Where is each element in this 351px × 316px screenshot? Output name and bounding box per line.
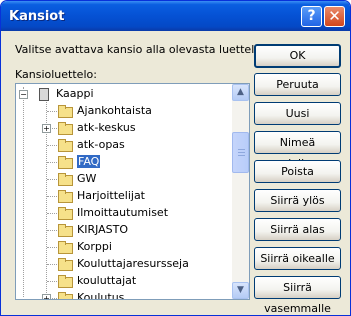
tree-item-label: Kouluttajaresursseja	[77, 257, 189, 270]
folder-icon	[58, 292, 73, 299]
folder-icon	[58, 190, 73, 203]
folder-icon	[58, 156, 73, 169]
tree-item-label: Korppi	[77, 240, 112, 253]
close-button[interactable]: ✕	[324, 6, 345, 27]
grip-line	[238, 155, 245, 156]
vertical-scrollbar[interactable]: ▲ ▼	[232, 84, 249, 299]
folder-tree[interactable]: − Kaappi Ajankohtaista + atk-keskus atk-opas F…	[15, 83, 250, 300]
folder-icon	[58, 258, 73, 271]
tree-item[interactable]: + Koulutus	[16, 290, 231, 300]
tree-root-item[interactable]: − Kaappi	[16, 86, 231, 103]
move-right-button[interactable]: Siirrä oikealle	[254, 247, 341, 270]
grip-line	[238, 152, 245, 153]
tree-item[interactable]: Ilmoittautumiset	[16, 205, 231, 222]
new-button[interactable]: Uusi	[254, 102, 341, 125]
cabinet-icon	[39, 88, 49, 101]
tree-item-label: atk-keskus	[77, 121, 136, 134]
tree-item-label: atk-opas	[77, 138, 125, 151]
expand-icon[interactable]: +	[42, 124, 51, 133]
move-down-button[interactable]: Siirrä alas	[254, 218, 341, 241]
tree-item-label: Koulutus	[77, 291, 125, 300]
tree-item-label: Kaappi	[56, 87, 94, 100]
folder-icon	[58, 105, 73, 118]
move-left-button[interactable]: Siirrä vasemmalle	[254, 276, 341, 315]
title-bar: Kansiot ? ✕	[1, 1, 350, 31]
close-icon: ✕	[328, 7, 341, 25]
tree-item-label: Ilmoittautumiset	[77, 206, 169, 219]
tree-item[interactable]: Ajankohtaista	[16, 103, 231, 120]
scroll-down-button[interactable]: ▼	[232, 282, 249, 299]
tree-item-label: GW	[77, 172, 97, 185]
tree-item-label: KIRJASTO	[77, 223, 129, 236]
folder-icon	[58, 224, 73, 237]
scroll-up-button[interactable]: ▲	[232, 84, 249, 101]
tree-item[interactable]: KIRJASTO	[16, 222, 231, 239]
chevron-down-icon: ▼	[237, 285, 244, 295]
tree-item[interactable]: Korppi	[16, 239, 231, 256]
window-title: Kansiot	[9, 9, 65, 24]
folder-icon	[58, 139, 73, 152]
folder-icon	[58, 207, 73, 220]
tree-item-label: Harjoittelijat	[77, 189, 145, 202]
cancel-button[interactable]: Peruuta	[254, 73, 341, 96]
tree-item[interactable]: Kouluttajaresursseja	[16, 256, 231, 273]
tree-item-label: FAQ	[77, 155, 101, 168]
tree-item[interactable]: Harjoittelijat	[16, 188, 231, 205]
delete-button[interactable]: Poista	[254, 160, 341, 183]
folder-icon	[58, 275, 73, 288]
tree-item[interactable]: kouluttajat	[16, 273, 231, 290]
expand-icon[interactable]: +	[42, 294, 51, 299]
tree-item[interactable]: FAQ	[16, 154, 231, 171]
tree-item[interactable]: GW	[16, 171, 231, 188]
tree-item[interactable]: atk-opas	[16, 137, 231, 154]
question-icon: ?	[307, 8, 316, 24]
tree-item[interactable]: + atk-keskus	[16, 120, 231, 137]
tree-label: Kansioluettelo:	[15, 68, 97, 81]
grip-line	[238, 149, 245, 150]
help-button[interactable]: ?	[301, 6, 322, 27]
tree-item-label: kouluttajat	[77, 274, 137, 287]
rename-button[interactable]: Nimeä uudelleen	[254, 131, 341, 170]
scroll-thumb[interactable]	[232, 132, 249, 173]
folder-icon	[58, 241, 73, 254]
folder-icon	[58, 173, 73, 186]
collapse-icon[interactable]: −	[19, 90, 28, 99]
move-up-button[interactable]: Siirrä ylös	[254, 189, 341, 212]
folder-icon	[58, 122, 73, 135]
dialog-description: Valitse avattava kansio alla olevasta lu…	[15, 43, 282, 56]
ok-button[interactable]: OK	[254, 44, 341, 68]
tree-item-label: Ajankohtaista	[77, 104, 152, 117]
chevron-up-icon: ▲	[237, 87, 244, 97]
folders-dialog: Kansiot ? ✕ Valitse avattava kansio alla…	[0, 0, 351, 316]
